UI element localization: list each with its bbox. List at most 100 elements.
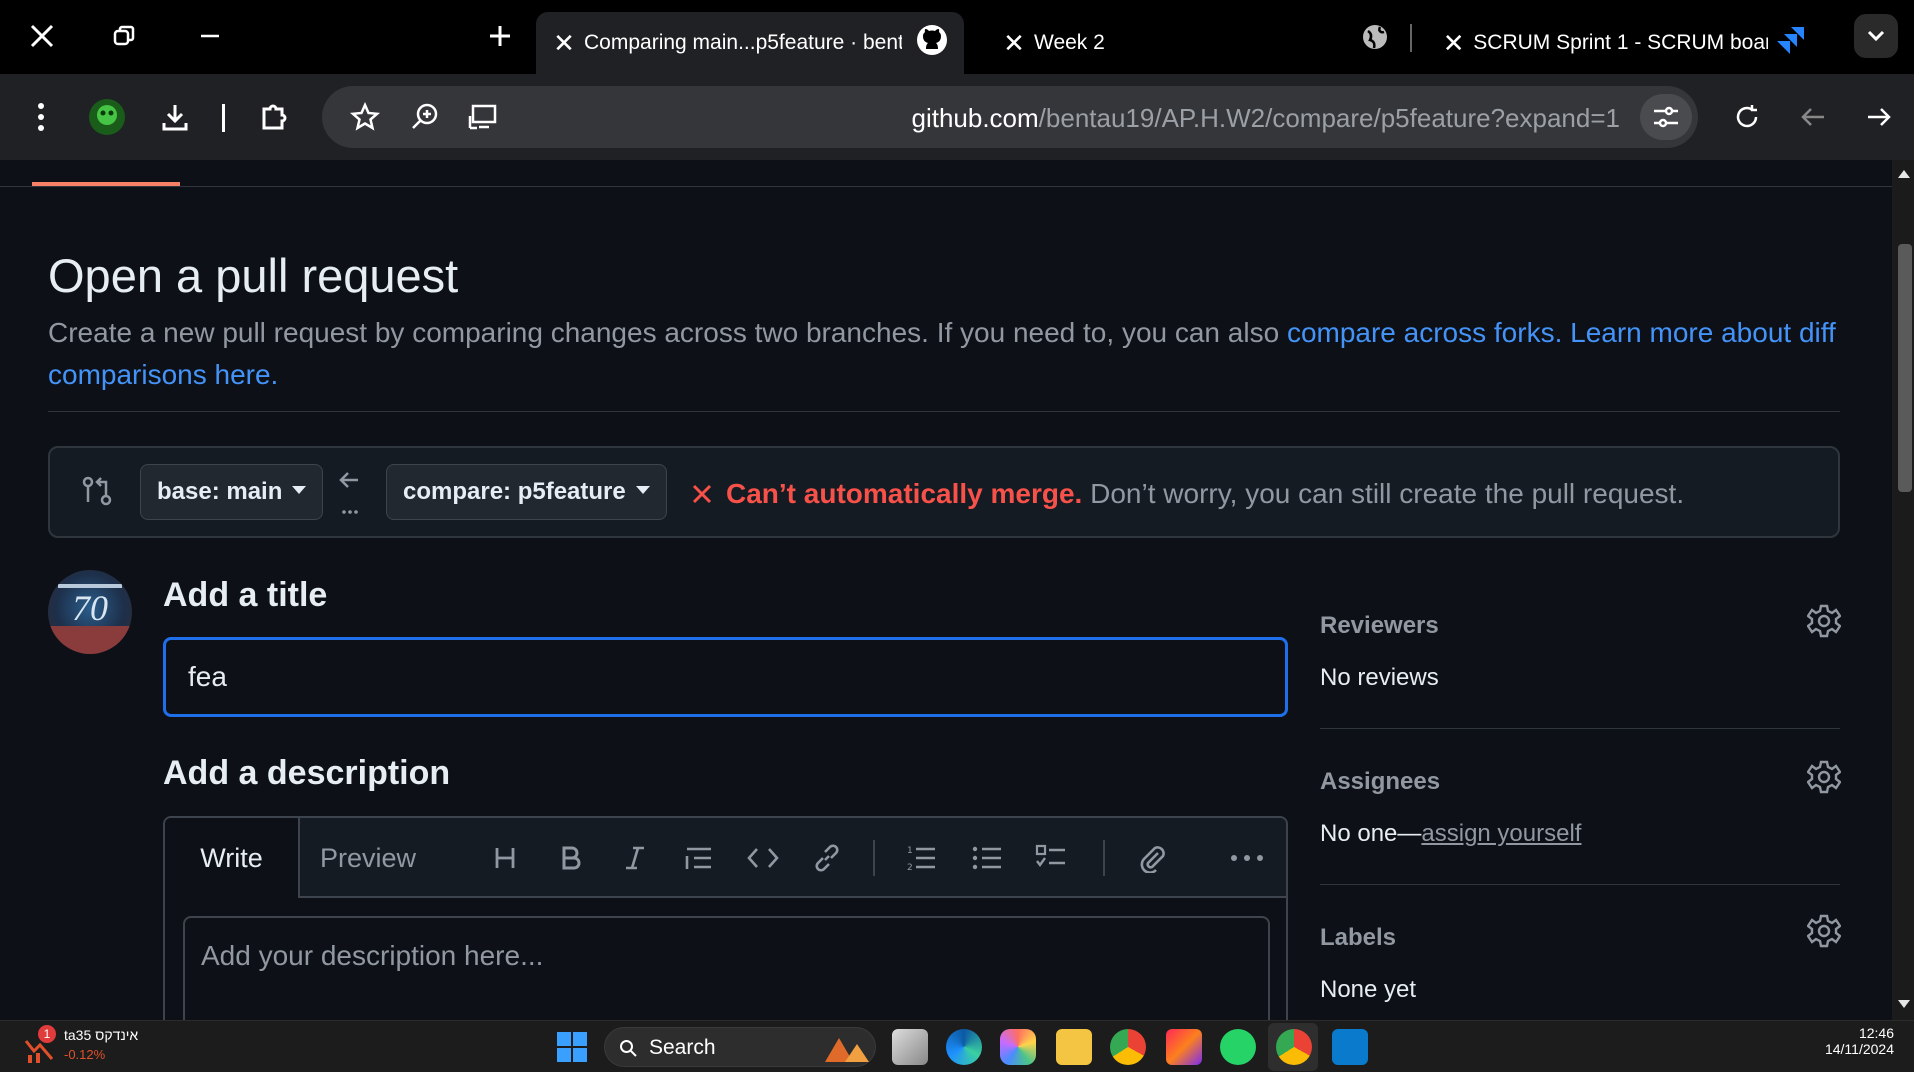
assignees-gear-icon[interactable]: [1806, 760, 1843, 796]
forward-arrow-icon[interactable]: [1856, 94, 1902, 140]
assignees-title: Assignees: [1320, 768, 1441, 795]
github-icon: [916, 24, 948, 62]
link-icon[interactable]: [805, 836, 849, 880]
scroll-up-icon[interactable]: [1898, 170, 1910, 178]
tab-week-2[interactable]: ✕ Week 2: [986, 12, 1286, 74]
caret-down-icon: [292, 486, 307, 494]
reviewers-value: No reviews: [1320, 664, 1439, 691]
bookmark-star-icon[interactable]: [342, 94, 388, 140]
labels-value: None yet: [1320, 976, 1417, 1003]
italic-icon[interactable]: [613, 836, 657, 880]
quote-icon[interactable]: [677, 836, 721, 880]
more-options-icon[interactable]: [1225, 836, 1269, 880]
site-settings-icon[interactable]: [1640, 94, 1692, 140]
globe-icon: [1360, 22, 1390, 52]
tab-search-chevron-icon[interactable]: [1854, 14, 1898, 58]
assignees-none: No one—: [1320, 820, 1422, 847]
compare-across-forks-link[interactable]: compare across forks.: [1287, 317, 1562, 348]
tab-separator: [1410, 24, 1412, 52]
download-icon[interactable]: [152, 94, 198, 140]
copilot-icon[interactable]: [1000, 1029, 1036, 1065]
ticker-change: -0.12%: [64, 1047, 106, 1062]
description-heading: Add a description: [163, 754, 451, 792]
jira-icon: [1776, 25, 1806, 61]
back-arrow-icon[interactable]: [1790, 94, 1836, 140]
taskbar-search-box[interactable]: Search: [604, 1027, 876, 1067]
tab-write[interactable]: Write: [165, 818, 300, 898]
extensions-puzzle-icon[interactable]: [252, 94, 298, 140]
install-app-icon[interactable]: [460, 94, 506, 140]
merge-status-error: Can’t automatically merge.: [726, 478, 1083, 509]
new-tab-icon[interactable]: [478, 14, 522, 58]
editor-toolbar: Write Preview 12: [165, 818, 1286, 898]
url-path: /bentau19/AP.H.W2/compare/p5feature?expa…: [1038, 103, 1620, 133]
search-label: Search: [649, 1036, 716, 1059]
tab-title: Comparing main...p5feature · bent: [584, 31, 902, 54]
vscode-icon[interactable]: [1332, 1029, 1368, 1065]
title-input[interactable]: fea: [163, 637, 1288, 717]
address-bar[interactable]: github.com/bentau19/AP.H.W2/compare/p5fe…: [322, 86, 1698, 148]
close-tab-icon[interactable]: ✕: [994, 28, 1034, 59]
reload-icon[interactable]: [1724, 94, 1770, 140]
unordered-list-icon[interactable]: [965, 836, 1009, 880]
clock-date: 14/11/2024: [1824, 1041, 1894, 1057]
base-branch-label: base: main: [157, 478, 283, 505]
tab-title: SCRUM Sprint 1 - SCRUM board -: [1473, 31, 1768, 54]
windows-taskbar: 1 ta35 אינדקס -0.12% Search 12:46 14/11/…: [0, 1020, 1914, 1072]
description-textarea[interactable]: Add your description here...: [183, 916, 1270, 1020]
scroll-thumb[interactable]: [1898, 244, 1912, 492]
title-heading: Add a title: [163, 576, 328, 614]
tab-comparing[interactable]: ✕ Comparing main...p5feature · bent: [536, 12, 964, 74]
labels-gear-icon[interactable]: [1806, 914, 1843, 950]
chrome-active-icon[interactable]: [1276, 1029, 1312, 1065]
close-tab-icon[interactable]: ✕: [1434, 28, 1473, 59]
minimize-window-icon[interactable]: [188, 14, 232, 58]
subtitle-text: Create a new pull request by comparing c…: [48, 317, 1287, 348]
code-icon[interactable]: [741, 836, 785, 880]
chrome-icon[interactable]: [1110, 1029, 1146, 1065]
labels-title: Labels: [1320, 924, 1397, 951]
page-subtitle: Create a new pull request by comparing c…: [48, 312, 1848, 396]
reviewers-gear-icon[interactable]: [1806, 604, 1843, 640]
whatsapp-icon[interactable]: [1220, 1029, 1256, 1065]
menu-kebab-icon[interactable]: [18, 94, 64, 140]
attach-paperclip-icon[interactable]: [1131, 836, 1175, 880]
base-branch-select[interactable]: base: main: [140, 464, 324, 520]
clock[interactable]: 12:46 14/11/2024: [1825, 1025, 1894, 1057]
bold-icon[interactable]: [549, 836, 593, 880]
avatar[interactable]: 70: [48, 570, 132, 654]
close-window-icon[interactable]: [20, 14, 64, 58]
zoom-icon[interactable]: [402, 94, 448, 140]
github-compare-page: Open a pull request Create a new pull re…: [0, 160, 1892, 1020]
heading-icon[interactable]: [483, 836, 527, 880]
notification-badge: 1: [38, 1025, 56, 1043]
edge-icon[interactable]: [946, 1029, 982, 1065]
search-icon: [620, 1040, 637, 1057]
compare-branch-select[interactable]: compare: p5feature: [386, 464, 667, 520]
intellij-icon[interactable]: [1166, 1029, 1202, 1065]
tab-scrum-board[interactable]: ✕ SCRUM Sprint 1 - SCRUM board -: [1426, 12, 1806, 74]
page-title: Open a pull request: [48, 249, 459, 302]
tab-preview[interactable]: Preview: [320, 818, 416, 898]
ordered-list-icon[interactable]: 12: [899, 836, 943, 880]
close-tab-icon[interactable]: ✕: [544, 28, 584, 59]
restore-window-icon[interactable]: [102, 14, 146, 58]
compare-branch-label: compare: p5feature: [403, 478, 626, 505]
left-arrow-icon: [336, 468, 366, 518]
task-list-icon[interactable]: [1029, 836, 1073, 880]
page-scrollbar[interactable]: [1892, 160, 1914, 1020]
repo-nav-border: [0, 186, 1892, 187]
sidebar-divider: [1320, 884, 1840, 885]
windows-start-icon[interactable]: [556, 1031, 588, 1063]
task-view-icon[interactable]: [892, 1029, 928, 1065]
url-text: github.com/bentau19/AP.H.W2/compare/p5fe…: [911, 103, 1620, 134]
x-mark-icon: [690, 482, 716, 508]
assign-yourself-link[interactable]: assign yourself: [1421, 820, 1581, 847]
profile-avatar-icon[interactable]: [84, 94, 130, 140]
scroll-down-icon[interactable]: [1898, 1000, 1910, 1008]
file-explorer-icon[interactable]: [1056, 1029, 1092, 1065]
compare-arrows-icon: [80, 474, 114, 508]
sidebar-divider: [1320, 728, 1840, 729]
ticker-name: ta35 אינדקס: [64, 1027, 139, 1043]
merge-status: Can’t automatically merge. Don’t worry, …: [726, 478, 1684, 510]
